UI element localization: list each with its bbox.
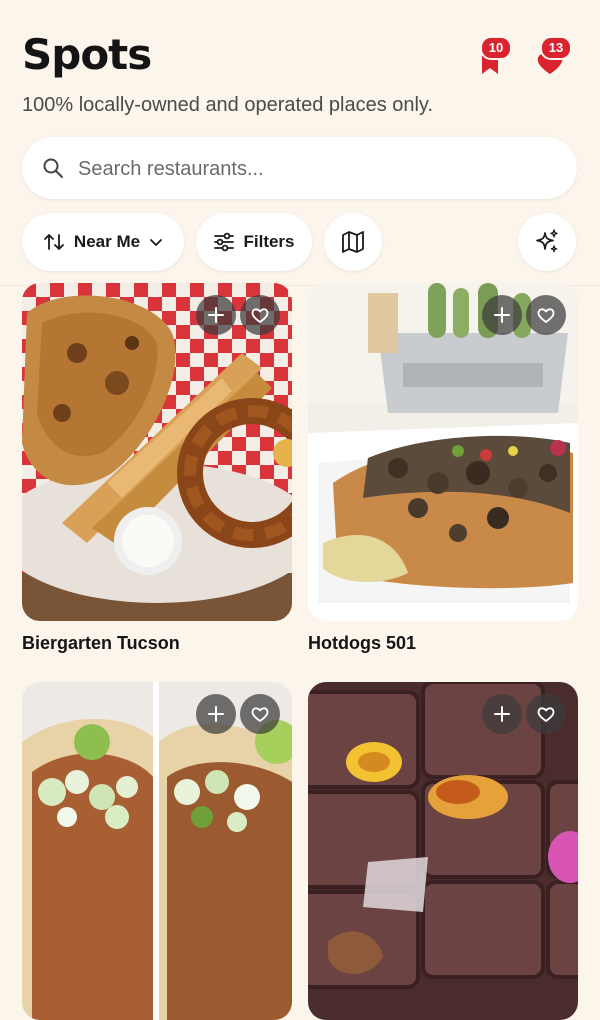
heart-outline-icon <box>251 707 269 722</box>
saved-count-badge: 10 <box>480 36 512 60</box>
spot-card[interactable]: Biergarten Tucson <box>22 283 292 653</box>
add-to-list-button[interactable] <box>482 694 522 734</box>
food-photo-image <box>22 283 292 621</box>
ai-suggest-button[interactable] <box>518 213 576 271</box>
plus-icon <box>494 307 510 323</box>
sort-label: Near Me <box>73 232 141 251</box>
map-icon <box>342 231 364 253</box>
liked-button[interactable]: 13 <box>532 36 572 82</box>
saved-button[interactable]: 10 <box>474 36 514 82</box>
search-bar <box>22 137 577 201</box>
heart-outline-icon <box>251 308 269 323</box>
plus-icon <box>208 706 224 722</box>
search-input[interactable] <box>76 137 550 201</box>
sliders-icon <box>214 232 235 252</box>
sort-arrows-icon <box>44 234 64 250</box>
sort-button[interactable]: Near Me <box>22 213 184 271</box>
spot-card[interactable] <box>308 682 578 1020</box>
food-photo-image <box>308 283 578 621</box>
liked-count-badge: 13 <box>540 36 572 60</box>
heart-outline-icon <box>537 308 555 323</box>
plus-icon <box>494 706 510 722</box>
page-subtitle: 100% locally-owned and operated places o… <box>22 94 434 116</box>
chevron-down-icon <box>150 239 162 246</box>
filters-label: Filters <box>243 232 295 251</box>
add-to-list-button[interactable] <box>482 295 522 335</box>
favorite-button[interactable] <box>526 694 566 734</box>
spot-photo[interactable] <box>308 283 578 621</box>
header: Spots 100% locally-owned and operated pl… <box>0 0 600 285</box>
favorite-button[interactable] <box>240 694 280 734</box>
heart-outline-icon <box>537 707 555 722</box>
food-photo-image <box>308 682 578 1020</box>
spot-card[interactable]: Hotdogs 501 <box>308 283 578 653</box>
food-photo-image <box>22 682 292 1020</box>
search-icon <box>43 158 63 178</box>
map-view-button[interactable] <box>324 213 382 271</box>
favorite-button[interactable] <box>526 295 566 335</box>
spot-name[interactable]: Hotdogs 501 <box>308 633 416 654</box>
filters-button[interactable]: Filters <box>196 213 312 271</box>
page-title: Spots <box>22 30 152 79</box>
spot-card[interactable] <box>22 682 292 1020</box>
spot-photo[interactable] <box>308 682 578 1020</box>
spot-photo[interactable] <box>22 283 292 621</box>
spot-photo[interactable] <box>22 682 292 1020</box>
add-to-list-button[interactable] <box>196 694 236 734</box>
sparkles-icon <box>536 229 558 253</box>
spot-name[interactable]: Biergarten Tucson <box>22 633 180 654</box>
favorite-button[interactable] <box>240 295 280 335</box>
plus-icon <box>208 307 224 323</box>
add-to-list-button[interactable] <box>196 295 236 335</box>
